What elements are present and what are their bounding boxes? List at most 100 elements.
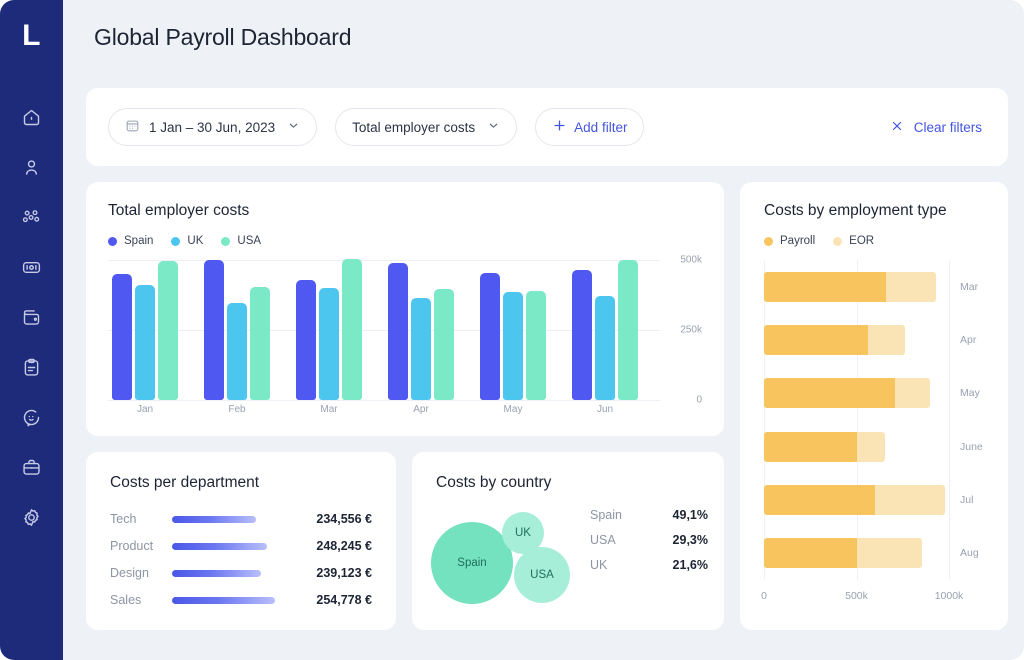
- sidebar-item-id-card[interactable]: [15, 250, 49, 284]
- bar-segment-payroll[interactable]: [764, 432, 857, 462]
- department-value: 234,556 €: [316, 512, 372, 526]
- bar-spain[interactable]: [388, 263, 408, 400]
- x-axis-label: Apr: [413, 404, 429, 415]
- bar-spain[interactable]: [296, 280, 316, 400]
- sidebar-item-documents[interactable]: [15, 350, 49, 384]
- department-bar-fill[interactable]: [172, 542, 268, 550]
- bubble-spain[interactable]: Spain: [431, 522, 513, 604]
- plot-area: [764, 260, 950, 580]
- bar-group: [572, 260, 638, 400]
- bar-uk[interactable]: [503, 292, 523, 400]
- horizontal-bar-chart: Mar Apr May June Jul Aug 0 500k 1000k: [761, 260, 1008, 610]
- legend-color-swatch: [221, 236, 231, 246]
- bar-group: [388, 260, 454, 400]
- bar-group: [296, 259, 362, 400]
- sidebar-item-support[interactable]: [15, 400, 49, 434]
- bar-row: [764, 378, 930, 408]
- plot-area: Jan Feb Mar Apr May Jun: [108, 259, 660, 415]
- bar-spain[interactable]: [112, 274, 132, 400]
- gridline: [764, 260, 765, 580]
- sidebar-item-people[interactable]: [15, 150, 49, 184]
- country-row: UK 21,6%: [590, 558, 708, 572]
- bar-spain[interactable]: [572, 270, 592, 400]
- x-axis-label: May: [503, 404, 523, 415]
- wallet-icon: [21, 307, 42, 328]
- sidebar-item-settings[interactable]: [15, 500, 49, 534]
- department-bar-track: [172, 596, 288, 604]
- bubble-usa[interactable]: USA: [514, 547, 570, 603]
- bar-segment-eor[interactable]: [857, 432, 885, 462]
- department-value: 239,123 €: [316, 566, 372, 580]
- y-axis-label: Jul: [960, 494, 974, 506]
- home-icon: [21, 107, 42, 128]
- bar-row: [764, 272, 936, 302]
- legend-color-swatch: [764, 236, 773, 246]
- legend-item: EOR: [833, 235, 874, 247]
- bar-usa[interactable]: [434, 289, 454, 400]
- bar-usa[interactable]: [526, 291, 546, 400]
- x-axis-label: Feb: [228, 404, 246, 415]
- bar-uk[interactable]: [135, 285, 155, 400]
- card-title: Costs by employment type: [764, 202, 947, 219]
- card-total-employer-costs: Total employer costs Spain UK USA Jan Feb Ma…: [86, 182, 724, 436]
- dashboard-app: L Global Payroll Dashboard 1 Jan – 30 Ju…: [0, 0, 1024, 660]
- x-axis-label: Mar: [320, 404, 338, 415]
- chevron-down-icon: [487, 119, 500, 135]
- card-costs-per-department: Costs per department Tech 234,556 € Produc…: [86, 452, 396, 630]
- department-bar-track: [172, 569, 288, 577]
- legend-label: Spain: [124, 235, 154, 247]
- department-row: Sales 254,778 €: [110, 593, 372, 607]
- bar-spain[interactable]: [480, 273, 500, 400]
- metric-filter[interactable]: Total employer costs: [335, 108, 518, 146]
- department-row: Tech 234,556 €: [110, 512, 372, 526]
- date-range-filter[interactable]: 1 Jan – 30 Jun, 2023: [108, 108, 318, 146]
- user-icon: [21, 157, 42, 178]
- bar-segment-eor[interactable]: [875, 485, 945, 515]
- department-bar-fill[interactable]: [172, 596, 276, 604]
- bar-segment-eor[interactable]: [857, 538, 922, 568]
- bar-uk[interactable]: [411, 298, 431, 400]
- bar-uk[interactable]: [319, 288, 339, 400]
- bar-segment-eor[interactable]: [868, 325, 905, 355]
- bar-spain[interactable]: [204, 260, 224, 400]
- sidebar-item-team[interactable]: [15, 200, 49, 234]
- gridline: [856, 260, 858, 580]
- sidebar-item-home[interactable]: [15, 100, 49, 134]
- x-axis-label: Jan: [136, 404, 154, 415]
- page-title: Global Payroll Dashboard: [94, 24, 352, 50]
- department-bar-fill[interactable]: [172, 569, 262, 577]
- department-bar-fill[interactable]: [172, 515, 256, 523]
- card-title: Costs by country: [436, 474, 552, 491]
- bar-usa[interactable]: [618, 260, 638, 400]
- bar-segment-payroll[interactable]: [764, 378, 895, 408]
- bar-group: [480, 260, 546, 400]
- chart-legend: Payroll EOR: [764, 235, 1008, 247]
- bar-row: [764, 538, 922, 568]
- sidebar-item-payments[interactable]: [15, 300, 49, 334]
- department-bar-track: [172, 542, 288, 550]
- bar-uk[interactable]: [595, 296, 615, 400]
- country-row: USA 29,3%: [590, 533, 708, 547]
- bar-usa[interactable]: [158, 261, 178, 400]
- bar-segment-payroll[interactable]: [764, 485, 875, 515]
- y-axis: 0 250k 500k: [662, 255, 702, 406]
- bar-uk[interactable]: [227, 303, 247, 400]
- bar-segment-eor[interactable]: [895, 378, 930, 408]
- country-name: Spain: [590, 508, 622, 522]
- add-filter-label: Add filter: [574, 119, 628, 135]
- bar-segment-payroll[interactable]: [764, 325, 868, 355]
- bar-usa[interactable]: [250, 287, 270, 400]
- bar-segment-payroll[interactable]: [764, 538, 857, 568]
- add-filter-button[interactable]: Add filter: [535, 108, 645, 146]
- clear-filters-button[interactable]: Clear filters: [890, 119, 986, 136]
- bubble-chart: Spain UK USA: [430, 504, 580, 614]
- calendar-icon: [125, 118, 140, 136]
- x-axis-tick: 0: [761, 590, 767, 602]
- bar-segment-eor[interactable]: [886, 272, 936, 302]
- bar-segment-payroll[interactable]: [764, 272, 886, 302]
- bar-row: [764, 485, 945, 515]
- sidebar-item-jobs[interactable]: [15, 450, 49, 484]
- sidebar-nav: [15, 100, 49, 534]
- bar-usa[interactable]: [342, 259, 362, 400]
- app-logo[interactable]: L: [0, 18, 63, 54]
